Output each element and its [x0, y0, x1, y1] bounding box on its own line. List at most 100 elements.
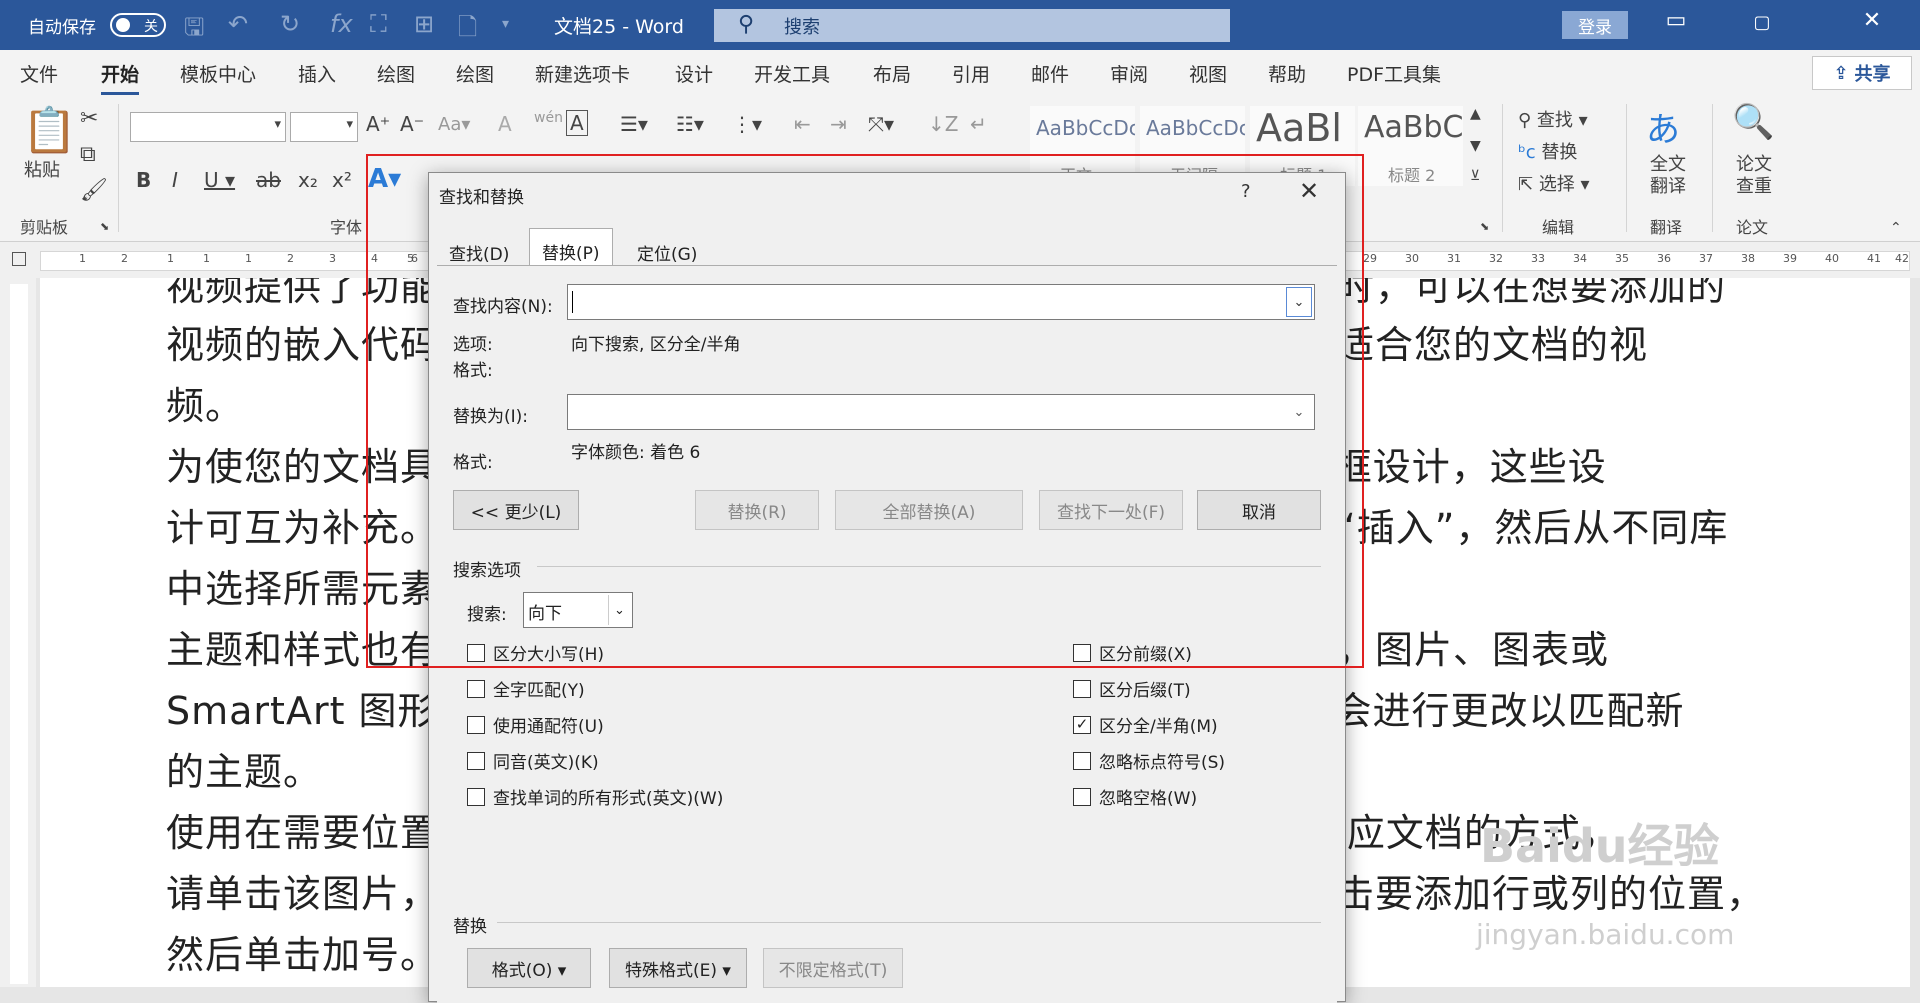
numbering-icon[interactable]: ☷▾ [676, 112, 704, 136]
restore-icon[interactable]: ▢ [1742, 12, 1782, 33]
superscript-icon[interactable]: x² [332, 168, 352, 192]
formula-icon[interactable]: fx [330, 10, 353, 38]
phonetic-guide-icon[interactable]: wén [534, 110, 563, 126]
dialog-close-button[interactable]: ✕ [1299, 177, 1319, 205]
save-icon[interactable]: 🖫 [184, 10, 204, 51]
undo-icon[interactable]: ↶ [228, 10, 248, 38]
increase-indent-icon[interactable]: ⇥ [830, 112, 847, 136]
tab-layout[interactable]: 布局 [873, 60, 911, 87]
font-name-combo[interactable]: ▾ [130, 112, 286, 142]
bold-icon[interactable]: B [136, 168, 151, 192]
show-marks-icon[interactable]: ↵ [970, 112, 987, 136]
paper-check-button[interactable]: 论文 查重 [1736, 154, 1772, 198]
tab-developer[interactable]: 开发工具 [754, 60, 830, 87]
match-width-checkbox[interactable]: ✓ 区分全/半角(M) [1073, 712, 1218, 737]
dialog-launcher-icon[interactable]: ⬊ [100, 220, 109, 233]
font-size-combo[interactable]: ▾ [290, 112, 358, 142]
match-case-checkbox[interactable]: 区分大小写(H) [467, 640, 604, 665]
find-history-dropdown[interactable]: ⌄ [1286, 287, 1312, 317]
tab-mailings[interactable]: 邮件 [1031, 60, 1069, 87]
replace-all-button[interactable]: 全部替换(A) [835, 490, 1023, 530]
tab-view[interactable]: 视图 [1189, 60, 1227, 87]
underline-icon[interactable]: U ▾ [204, 168, 235, 192]
org-chart-icon[interactable]: ⊞ [414, 10, 434, 38]
tab-review[interactable]: 审阅 [1110, 60, 1148, 87]
style-heading-2[interactable]: AaBbC 标题 2 [1358, 106, 1463, 186]
clear-format-icon[interactable]: A [498, 112, 512, 136]
tab-help[interactable]: 帮助 [1268, 60, 1306, 87]
tab-references[interactable]: 引用 [952, 60, 990, 87]
format-painter-icon[interactable]: 🖌 [80, 178, 108, 203]
sort-icon[interactable]: ↓Z [928, 112, 958, 136]
strikethrough-icon[interactable]: ab [256, 168, 281, 192]
tab-find[interactable]: 查找(D) [437, 236, 521, 266]
search-direction-select[interactable]: 向下 ⌄ [523, 592, 633, 628]
replace-button[interactable]: ᵇc 替换 [1518, 138, 1577, 164]
select-button[interactable]: ⇱ 选择 ▾ [1518, 170, 1590, 196]
match-suffix-checkbox[interactable]: 区分后缀(T) [1073, 676, 1191, 701]
sounds-like-checkbox[interactable]: 同音(英文)(K) [467, 748, 599, 773]
tab-selector-icon[interactable] [12, 252, 26, 266]
paper-check-icon[interactable]: 🔍 [1732, 102, 1774, 142]
customize-qat-icon[interactable]: ▾ [502, 16, 509, 32]
text-effects-icon[interactable]: A▾ [368, 164, 401, 194]
tab-pdf-tools[interactable]: PDF工具集 [1347, 60, 1441, 87]
ignore-whitespace-checkbox[interactable]: 忽略空格(W) [1073, 784, 1197, 809]
tab-new-tab[interactable]: 新建选项卡 [535, 60, 630, 87]
close-icon[interactable]: ✕ [1852, 8, 1892, 33]
styles-more-icon[interactable]: ⊻ [1470, 168, 1480, 184]
subscript-icon[interactable]: x₂ [298, 168, 318, 192]
tab-replace[interactable]: 替换(P) [529, 228, 613, 266]
styles-scroll-up-icon[interactable]: ▲ [1470, 106, 1481, 122]
all-word-forms-checkbox[interactable]: 查找单词的所有形式(英文)(W) [467, 784, 723, 809]
cancel-button[interactable]: 取消 [1197, 490, 1321, 530]
vertical-ruler[interactable] [0, 278, 36, 987]
paste-icon[interactable]: 📋 [22, 104, 77, 156]
tab-insert[interactable]: 插入 [298, 60, 336, 87]
login-button[interactable]: 登录 [1562, 11, 1628, 39]
replace-button[interactable]: 替换(R) [695, 490, 819, 530]
find-what-input[interactable]: ⌄ [567, 284, 1315, 320]
find-button[interactable]: ⚲ 查找 ▾ [1518, 106, 1588, 132]
bullets-icon[interactable]: ☰▾ [620, 112, 648, 136]
shrink-font-icon[interactable]: A⁻ [400, 112, 424, 136]
match-prefix-checkbox[interactable]: 区分前缀(X) [1073, 640, 1192, 665]
ribbon-display-icon[interactable]: ▭ [1656, 8, 1696, 33]
search-box[interactable]: ⚲ 搜索 [714, 9, 1230, 42]
replace-history-dropdown[interactable]: ⌄ [1286, 397, 1312, 427]
less-button[interactable]: << 更少(L) [453, 490, 579, 530]
selection-pane-icon[interactable]: ⛶ [370, 10, 387, 38]
styles-scroll-down-icon[interactable]: ▼ [1470, 138, 1481, 154]
wildcards-checkbox[interactable]: 使用通配符(U) [467, 712, 604, 737]
find-next-button[interactable]: 查找下一处(F) [1039, 490, 1183, 530]
char-border-icon[interactable]: A [566, 110, 588, 136]
tab-draw-2[interactable]: 绘图 [456, 60, 494, 87]
replace-with-input[interactable]: ⌄ [567, 394, 1315, 430]
cut-icon[interactable]: ✂ [80, 106, 98, 131]
change-case-icon[interactable]: Aa▾ [438, 114, 470, 135]
styles-dialog-launcher-icon[interactable]: ⬊ [1480, 220, 1489, 233]
collapse-ribbon-icon[interactable]: ⌃ [1890, 220, 1902, 236]
translate-icon[interactable]: あ [1646, 102, 1680, 151]
tab-templates[interactable]: 模板中心 [180, 60, 256, 87]
italic-icon[interactable]: I [172, 168, 178, 192]
multilevel-list-icon[interactable]: ⋮▾ [732, 112, 762, 136]
tab-goto[interactable]: 定位(G) [625, 236, 709, 266]
autosave-toggle[interactable]: 关 [110, 13, 166, 37]
no-formatting-button[interactable]: 不限定格式(T) [763, 948, 903, 988]
special-format-button[interactable]: 特殊格式(E) ▾ [609, 948, 747, 988]
document-icon[interactable]: 🗋 [458, 10, 477, 51]
chinese-layout-icon[interactable]: ⤧▾ [868, 112, 894, 136]
tab-file[interactable]: 文件 [20, 60, 58, 87]
ignore-punctuation-checkbox[interactable]: 忽略标点符号(S) [1073, 748, 1225, 773]
redo-icon[interactable]: ↻ [280, 10, 300, 38]
full-translate-button[interactable]: 全文 翻译 [1650, 154, 1686, 198]
tab-home[interactable]: 开始 [101, 60, 140, 95]
format-button[interactable]: 格式(O) ▾ [467, 948, 591, 988]
tab-design[interactable]: 设计 [675, 60, 713, 87]
decrease-indent-icon[interactable]: ⇤ [794, 112, 811, 136]
help-button[interactable]: ? [1241, 181, 1251, 202]
paste-label[interactable]: 粘贴 [24, 156, 60, 182]
grow-font-icon[interactable]: A⁺ [366, 112, 390, 136]
share-button[interactable]: ⇪ 共享 [1812, 56, 1912, 90]
